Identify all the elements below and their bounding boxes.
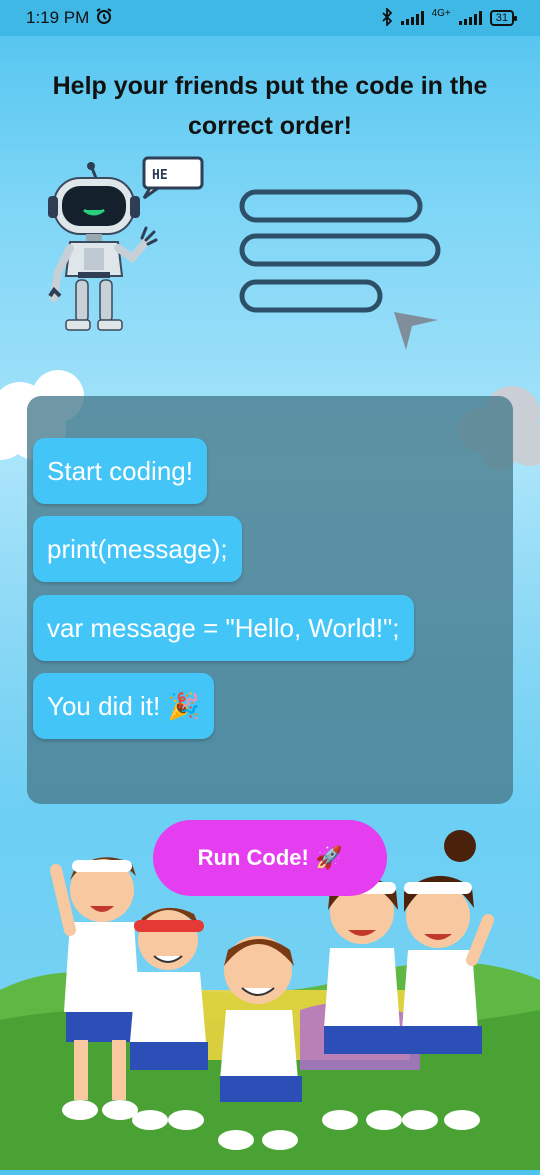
status-right: 4G+ 31	[381, 6, 518, 29]
network-type: 4G+	[431, 7, 451, 19]
code-block-label: print(message);	[47, 533, 228, 564]
signal-icon	[400, 11, 424, 25]
run-code-label: Run Code! 🚀	[197, 845, 343, 870]
robot-icon: HE	[40, 152, 210, 342]
code-block-done[interactable]: You did it! 🎉	[33, 673, 214, 739]
code-block-start[interactable]: Start coding!	[33, 438, 207, 504]
alarm-icon	[95, 7, 113, 30]
code-lines-icon	[238, 188, 448, 363]
bluetooth-icon	[381, 6, 393, 29]
page-title: Help your friends put the code in the co…	[52, 72, 488, 140]
status-left: 1:19 PM	[26, 7, 113, 30]
battery-icon: 31	[489, 10, 518, 26]
code-block-label: You did it! 🎉	[47, 690, 200, 721]
signal-icon-2	[458, 11, 482, 25]
code-block-var[interactable]: var message = "Hello, World!";	[33, 595, 414, 661]
status-time: 1:19 PM	[26, 8, 90, 27]
status-bar: 1:19 PM 4G+ 31	[0, 0, 540, 36]
cursor-icon	[394, 312, 438, 350]
run-code-button[interactable]: Run Code! 🚀	[153, 820, 387, 896]
code-block-label: Start coding!	[47, 455, 193, 486]
speech-text: HE	[152, 168, 168, 183]
code-block-label: var message = "Hello, World!";	[47, 612, 400, 643]
code-block-print[interactable]: print(message);	[33, 516, 242, 582]
battery-level: 31	[495, 12, 508, 24]
